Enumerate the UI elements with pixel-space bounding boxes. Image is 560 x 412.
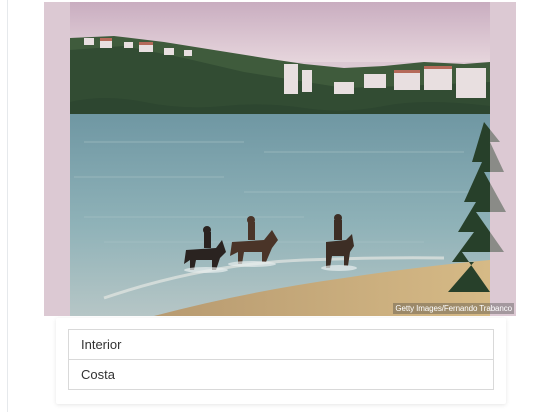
photo-credit: Getty Images/Fernando Trabanco [393, 303, 514, 314]
option-interior[interactable]: Interior [69, 330, 493, 359]
page-left-rule [7, 0, 8, 412]
option-costa[interactable]: Costa [69, 359, 493, 389]
photo-illustration [44, 2, 516, 316]
beach-horses-photo: Getty Images/Fernando Trabanco [44, 2, 516, 316]
answer-options: Interior Costa [68, 329, 494, 390]
